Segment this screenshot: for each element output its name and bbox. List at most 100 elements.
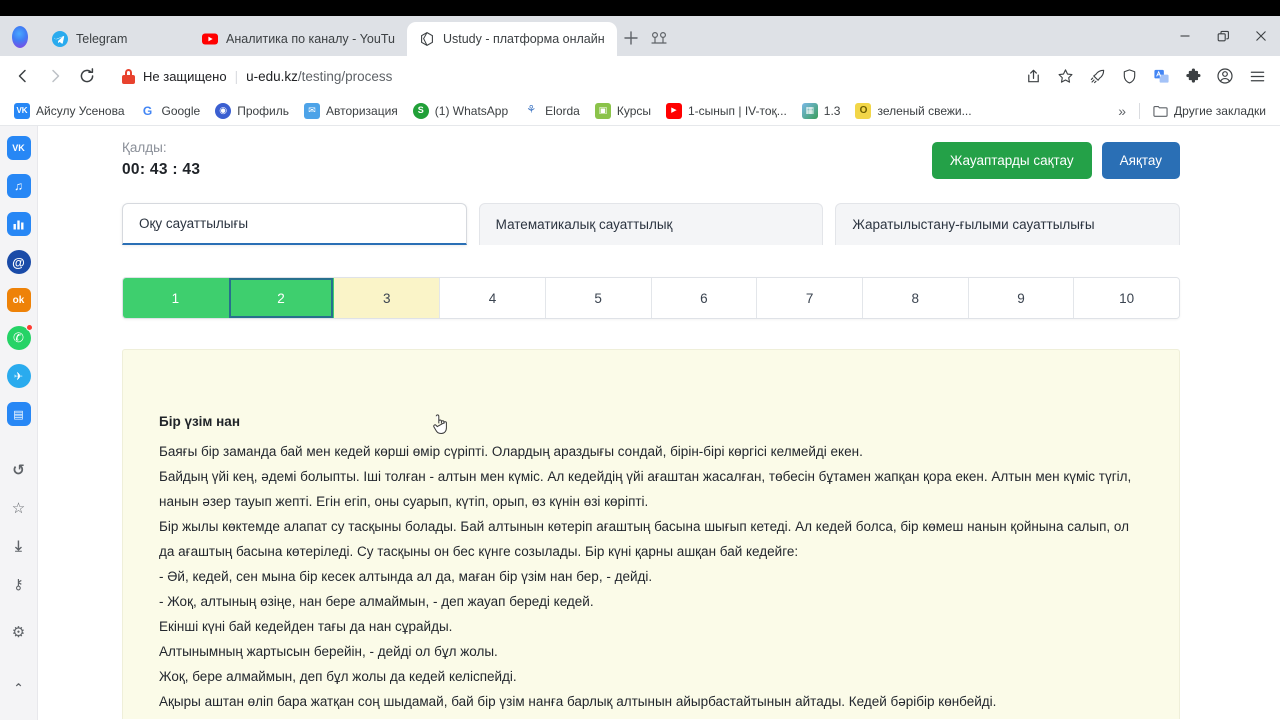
- bookmark-item[interactable]: ◉ Профиль: [209, 100, 295, 122]
- bookmark-item[interactable]: VK Айсулу Усенова: [8, 100, 131, 122]
- browser-toolbar: Не защищено | u-edu.kz/testing/process: [0, 56, 1280, 96]
- omnibox-separator: |: [234, 68, 239, 84]
- bookmark-item[interactable]: G Google: [134, 100, 207, 122]
- browser-menu-button[interactable]: [1242, 61, 1272, 91]
- forward-button[interactable]: [40, 61, 70, 91]
- stats-icon[interactable]: [6, 212, 31, 236]
- reload-button[interactable]: [72, 61, 102, 91]
- tab-reading-literacy[interactable]: Оқу сауаттылығы: [122, 203, 467, 245]
- window-controls: [1166, 16, 1280, 56]
- share-button[interactable]: [1018, 61, 1048, 91]
- test-page-content: Қалды: 00: 43 : 43 Жауаптарды сақтау Аяқ…: [38, 126, 1280, 719]
- profile-button[interactable]: [1210, 61, 1240, 91]
- other-bookmarks-label: Другие закладки: [1174, 103, 1266, 118]
- notification-badge: [25, 324, 33, 331]
- passage-paragraph: Екінші күні бай кедейден тағы да нан сұр…: [159, 619, 453, 634]
- browser-tab-youtube[interactable]: Аналитика по каналу - YouTu: [190, 22, 407, 56]
- url-path: /testing/process: [297, 68, 393, 84]
- window-close-button[interactable]: [1242, 19, 1280, 53]
- test-page: Қалды: 00: 43 : 43 Жауаптарды сақтау Аяқ…: [38, 126, 1280, 720]
- extensions-button[interactable]: [1178, 61, 1208, 91]
- question-button-9[interactable]: 9: [968, 278, 1075, 318]
- rocket-icon: [1090, 69, 1104, 83]
- bookmark-label: (1) WhatsApp: [434, 103, 509, 118]
- shield-button[interactable]: [1114, 61, 1144, 91]
- bookmark-button[interactable]: [1050, 61, 1080, 91]
- history-icon[interactable]: ↺: [7, 458, 31, 482]
- new-tab-button[interactable]: [617, 24, 645, 52]
- question-button-10[interactable]: 10: [1074, 278, 1179, 318]
- bookmarks-overflow-button[interactable]: »: [1112, 103, 1132, 119]
- translate-button[interactable]: [1146, 61, 1176, 91]
- share-icon: [1027, 69, 1039, 82]
- save-answers-button[interactable]: Жауаптарды сақтау: [931, 142, 1092, 179]
- downloads-icon[interactable]: ⤓: [7, 534, 31, 558]
- timer-value: 00: 43 : 43: [122, 161, 201, 178]
- question-button-7[interactable]: 7: [757, 278, 863, 318]
- tab-science-literacy[interactable]: Жаратылыстану-ғылыми сауаттылығы: [835, 203, 1181, 245]
- browser-window: Telegram Аналитика по каналу - YouTu Ust…: [0, 16, 1280, 720]
- shield-icon: [1123, 68, 1135, 83]
- bookmark-label: Google: [161, 103, 201, 118]
- vk-icon: VK: [14, 102, 30, 119]
- browser-tab-strip: Telegram Аналитика по каналу - YouTu Ust…: [0, 16, 1280, 56]
- list-icon[interactable]: ▤: [6, 402, 31, 426]
- tab-search-button[interactable]: [645, 24, 673, 52]
- tab-title: Telegram: [76, 32, 128, 46]
- bookmark-item[interactable]: ▶ 1-сынып | IV-тоқ...: [660, 100, 793, 122]
- question-button-4[interactable]: 4: [440, 278, 546, 318]
- profile-circle-icon: ◉: [215, 102, 232, 119]
- settings-gear-icon[interactable]: ⚙: [7, 620, 31, 644]
- assistant-orb-icon[interactable]: [12, 26, 28, 48]
- question-button-1[interactable]: 1: [123, 278, 229, 318]
- test-header: Қалды: 00: 43 : 43 Жауаптарды сақтау Аяқ…: [122, 126, 1180, 179]
- passage-paragraph: Бойынан күші кеткен бай басы айналып, су…: [159, 714, 1143, 719]
- bookmarks-divider: [1139, 102, 1141, 119]
- other-bookmarks-button[interactable]: Другие закладки: [1147, 101, 1272, 121]
- passage-title: Бір үзім нан: [159, 414, 240, 429]
- bookmark-item[interactable]: O зеленый свежи...: [849, 100, 977, 122]
- odnoklassniki-icon[interactable]: ok: [6, 288, 31, 312]
- bookmark-item[interactable]: ▦ 1.3: [796, 100, 847, 122]
- bookmarks-bar: VK Айсулу Усенова G Google ◉ Профиль ✉ А…: [0, 96, 1280, 126]
- browser-tab-ustudy[interactable]: Ustudy - платформа онлайн: [406, 22, 617, 56]
- question-button-8[interactable]: 8: [862, 278, 969, 318]
- youtube-icon: [202, 33, 218, 45]
- back-button[interactable]: [8, 61, 38, 91]
- window-restore-button[interactable]: [1204, 19, 1242, 53]
- question-pagination: 1 2 3 4 5 6 7 8 9 10: [122, 277, 1180, 319]
- favorites-star-icon[interactable]: ☆: [7, 496, 31, 520]
- tab-title: Аналитика по каналу - YouTu: [226, 32, 395, 46]
- telegram-icon[interactable]: ✈: [6, 364, 31, 388]
- address-bar[interactable]: Не защищено | u-edu.kz/testing/process: [110, 61, 1010, 91]
- header-actions: Жауаптарды сақтау Аяқтау: [931, 140, 1180, 179]
- window-minimize-button[interactable]: [1166, 19, 1204, 53]
- vk-icon[interactable]: VK: [6, 136, 31, 160]
- bookmark-label: зеленый свежи...: [877, 103, 972, 118]
- music-icon[interactable]: ♫: [6, 174, 31, 198]
- mail-icon[interactable]: @: [6, 250, 31, 274]
- passage-paragraph: Жоқ, бере алмаймын, деп бұл жолы да кеде…: [159, 669, 517, 684]
- question-button-2[interactable]: 2: [228, 278, 335, 318]
- bookmark-item[interactable]: ✉ Авторизация: [298, 100, 404, 122]
- whatsapp-icon[interactable]: ✆: [6, 324, 33, 350]
- tab-math-literacy[interactable]: Математикалық сауаттылық: [478, 203, 824, 245]
- timer: Қалды: 00: 43 : 43: [122, 140, 932, 179]
- address-bar-url: u-edu.kz/testing/process: [246, 69, 392, 84]
- key-icon[interactable]: ⚷: [7, 572, 31, 596]
- browser-tab-telegram[interactable]: Telegram: [40, 22, 190, 56]
- question-button-6[interactable]: 6: [651, 278, 758, 318]
- plus-icon: [623, 31, 638, 45]
- social-sidebar: VK ♫ @ ok ✆ ✈ ▤ ↺ ☆ ⤓ ⚷ ⚙ ⌃: [0, 126, 38, 720]
- bookmark-item[interactable]: ⚘ Elorda: [517, 100, 586, 122]
- question-button-3[interactable]: 3: [334, 278, 441, 318]
- passage-paragraph: Байдың үйі кең, әдемі болыпты. Іші толға…: [159, 469, 1132, 509]
- collapse-chevron-up-icon[interactable]: ⌃: [7, 676, 31, 700]
- bookmark-item[interactable]: ▣ Курсы: [589, 100, 657, 122]
- bookmark-item[interactable]: S (1) WhatsApp: [407, 100, 514, 122]
- question-button-5[interactable]: 5: [545, 278, 652, 318]
- rocket-button[interactable]: [1082, 61, 1112, 91]
- passage-paragraph: Бір жылы көктемде алапат су тасқыны бола…: [159, 519, 1129, 559]
- bookmark-label: Айсулу Усенова: [36, 103, 125, 118]
- finish-test-button[interactable]: Аяқтау: [1101, 142, 1180, 179]
